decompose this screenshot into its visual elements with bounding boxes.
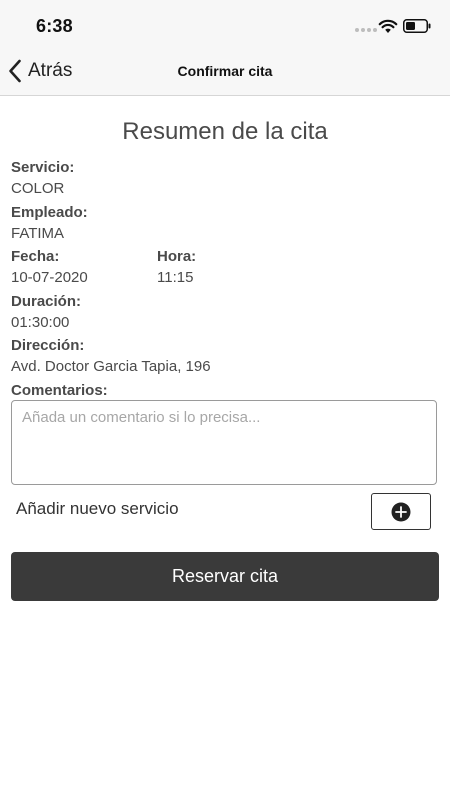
- time-field: Hora: 11:15: [157, 248, 196, 288]
- comments-label: Comentarios:: [11, 382, 108, 399]
- address-label: Dirección:: [11, 337, 85, 354]
- date-label: Fecha:: [11, 248, 60, 265]
- add-service-label: Añadir nuevo servicio: [16, 499, 179, 518]
- employee-label: Empleado:: [11, 204, 88, 221]
- address-value: Avd. Doctor Garcia Tapia, 196: [11, 358, 211, 375]
- duration-label: Duración:: [11, 293, 82, 310]
- add-service-button[interactable]: [371, 493, 431, 530]
- duration-field: Duración: 01:30:00: [11, 293, 81, 333]
- page-title: Confirmar cita: [177, 63, 273, 79]
- status-bar: 6:38: [0, 0, 450, 48]
- navigation-bar: Atrás Confirmar cita: [0, 48, 450, 96]
- service-label: Servicio:: [11, 159, 75, 176]
- summary-title: Resumen de la cita: [122, 118, 328, 145]
- comments-input[interactable]: [11, 400, 437, 485]
- status-time: 6:38: [36, 16, 73, 36]
- comments-field: Comentarios:: [11, 382, 108, 400]
- address-field: Dirección: Avd. Doctor Garcia Tapia, 196: [11, 337, 211, 377]
- date-field: Fecha: 10-07-2020: [11, 248, 88, 288]
- time-label: Hora:: [157, 248, 197, 265]
- plus-circle-icon: [391, 502, 411, 521]
- duration-value: 01:30:00: [11, 314, 70, 331]
- wifi-icon: [378, 19, 398, 33]
- service-value: COLOR: [11, 180, 65, 197]
- date-value: 10-07-2020: [11, 269, 88, 286]
- employee-value: FATIMA: [11, 225, 65, 242]
- battery-icon: [403, 19, 431, 33]
- time-value: 11:15: [157, 269, 194, 286]
- signal-dots-icon: [355, 28, 377, 32]
- service-field: Servicio: COLOR: [11, 159, 74, 199]
- employee-field: Empleado: FATIMA: [11, 204, 88, 244]
- reserve-button[interactable]: Reservar cita: [11, 552, 439, 601]
